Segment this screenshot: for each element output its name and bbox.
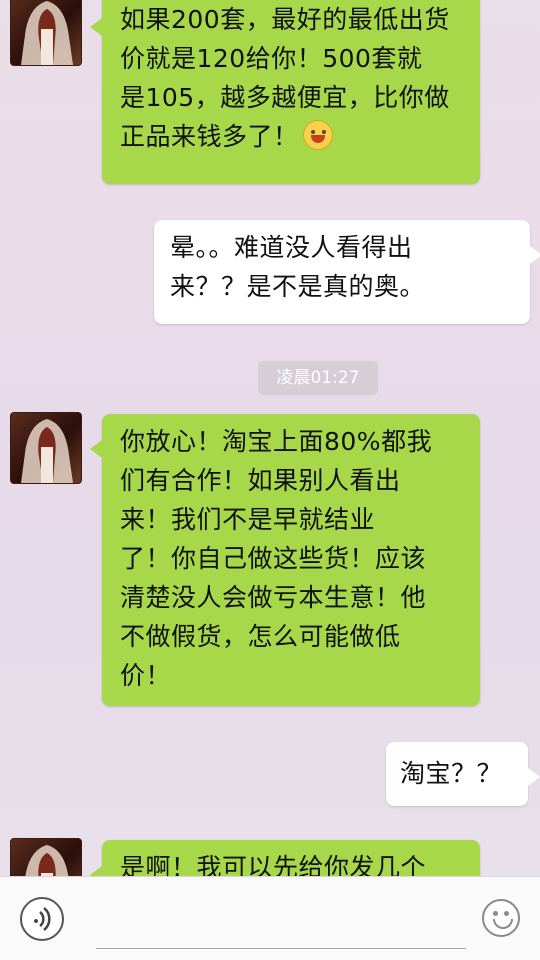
message-input[interactable] (96, 889, 466, 949)
message-line: 淘宝？？ (400, 759, 503, 788)
message-line: 来？？是不是真的奥。 (170, 272, 426, 301)
message-line: 是啊！我可以先给你发几个 (120, 853, 427, 876)
message-line: 了！你自己做这些货！应该 (120, 544, 427, 573)
timestamp-chip: 凌晨01:27 (258, 361, 378, 395)
message-line: 来！我们不是早就结业 (120, 505, 376, 534)
incoming-message-bubble[interactable]: 如果200套，最好的最低出货 价就是120给你！500套就 是105，越多越便宜… (90, 0, 480, 184)
message-line: 你放心！淘宝上面80%都我 (120, 427, 433, 456)
message-line: 价就是120给你！500套就 (120, 44, 423, 73)
message-line: 清楚没人会做亏本生意！他 (120, 583, 427, 612)
outgoing-message-bubble[interactable]: 晕。。难道没人看得出 来？？是不是真的奥。 (154, 220, 540, 324)
chat-input-bar (0, 876, 540, 960)
incoming-message-bubble[interactable]: 是啊！我可以先给你发几个 (90, 840, 480, 876)
contact-avatar[interactable] (10, 412, 82, 484)
incoming-message-bubble[interactable]: 你放心！淘宝上面80%都我 们有合作！如果别人看出 来！我们不是早就结业 了！你… (90, 414, 480, 706)
voice-icon[interactable] (20, 897, 64, 941)
contact-avatar[interactable] (10, 0, 82, 66)
message-line: 是105，越多越便宜，比你做 (120, 83, 450, 112)
message-line: 们有合作！如果别人看出 (120, 466, 401, 495)
emoji-icon[interactable] (482, 899, 520, 937)
message-line: 不做假货，怎么可能做低 (120, 622, 401, 651)
contact-avatar[interactable] (10, 838, 82, 876)
message-line: 如果200套，最好的最低出货 (120, 5, 450, 34)
outgoing-message-bubble[interactable]: 淘宝？？ (386, 742, 540, 806)
message-line: 晕。。难道没人看得出 (170, 233, 413, 262)
chat-area[interactable]: 如果200套，最好的最低出货 价就是120给你！500套就 是105，越多越便宜… (0, 0, 540, 876)
smile-emoji-icon (302, 120, 333, 150)
message-line: 正品来钱多了！ (120, 122, 299, 151)
message-line: 价！ (120, 661, 172, 690)
